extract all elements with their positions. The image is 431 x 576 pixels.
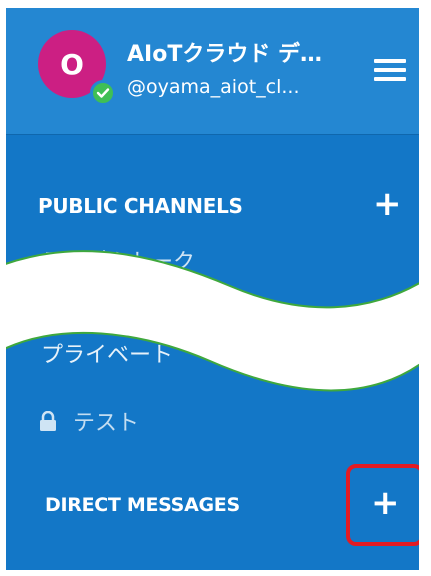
lock-icon <box>40 411 56 431</box>
torn-wave-divider <box>6 250 419 392</box>
channel-label: テスト <box>73 411 140 436</box>
user-handle[interactable]: @oyama_aiot_cl... <box>127 76 300 98</box>
sidebar: O AIoTクラウド デ… @oyama_aiot_cl... PUBLIC C… <box>6 8 419 570</box>
sidebar-header[interactable]: O AIoTクラウド デ… @oyama_aiot_cl... <box>6 8 419 135</box>
public-channels-title: PUBLIC CHANNELS <box>38 194 243 218</box>
avatar-initial: O <box>60 47 84 81</box>
team-name[interactable]: AIoTクラウド デ… <box>127 36 322 68</box>
highlight-box <box>346 464 419 546</box>
online-status-icon <box>90 80 116 106</box>
channel-item-test[interactable]: テスト <box>39 405 139 437</box>
add-public-channel-button[interactable]: + <box>373 184 402 224</box>
direct-messages-title: DIRECT MESSAGES <box>45 494 240 516</box>
hamburger-menu-icon[interactable] <box>374 59 406 81</box>
